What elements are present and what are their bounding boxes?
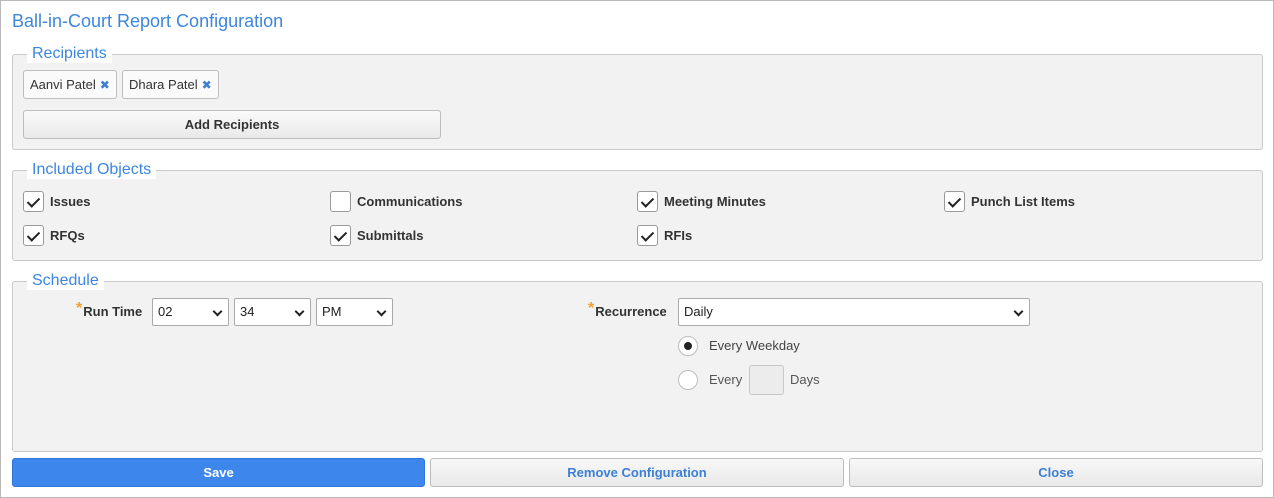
checkbox-label: RFQs bbox=[50, 227, 85, 243]
report-config-dialog: Ball-in-Court Report Configuration Recip… bbox=[0, 0, 1274, 498]
close-icon[interactable]: ✖ bbox=[100, 78, 110, 92]
radio-every-weekday[interactable] bbox=[678, 336, 698, 356]
radio-every-n-days[interactable] bbox=[678, 370, 698, 390]
checkbox-label: Communications bbox=[357, 193, 463, 209]
schedule-legend: Schedule bbox=[27, 272, 104, 290]
recipients-group: Recipients Aanvi Patel ✖ Dhara Patel ✖ Add… bbox=[12, 45, 1263, 150]
recipient-tag-name: Aanvi Patel bbox=[30, 77, 96, 92]
days-label: Days bbox=[790, 372, 820, 387]
checkbox-submittals[interactable]: Submittals bbox=[330, 224, 423, 246]
checkbox-box[interactable] bbox=[637, 224, 658, 246]
recipient-tag: Dhara Patel ✖ bbox=[122, 70, 219, 99]
checkbox-box[interactable] bbox=[944, 190, 965, 212]
every-label: Every bbox=[709, 372, 743, 387]
checkbox-box[interactable] bbox=[23, 224, 44, 246]
days-count-input[interactable] bbox=[749, 365, 784, 395]
recurrence-select[interactable]: Daily bbox=[678, 298, 1030, 326]
checkbox-label: Meeting Minutes bbox=[664, 193, 766, 209]
chevron-down-icon bbox=[1013, 306, 1024, 317]
checkbox-rfis[interactable]: RFIs bbox=[637, 224, 692, 246]
close-icon[interactable]: ✖ bbox=[202, 78, 212, 92]
checkbox-label: Issues bbox=[50, 193, 91, 209]
schedule-group: Schedule *Run Time 02 34 PM *Recurrence … bbox=[12, 272, 1263, 452]
ampm-select[interactable]: PM bbox=[316, 298, 393, 326]
checkbox-meeting-minutes[interactable]: Meeting Minutes bbox=[637, 190, 766, 212]
required-marker: * bbox=[76, 300, 83, 317]
included-objects-group: Included Objects Issues Communications M… bbox=[12, 161, 1263, 261]
add-recipients-button[interactable]: Add Recipients bbox=[23, 110, 441, 139]
every-weekday-label: Every Weekday bbox=[709, 338, 800, 353]
save-button[interactable]: Save bbox=[12, 458, 425, 487]
recipients-legend: Recipients bbox=[27, 45, 112, 63]
included-objects-legend: Included Objects bbox=[27, 161, 157, 179]
dialog-title: Ball-in-Court Report Configuration bbox=[12, 11, 284, 31]
run-time-label: *Run Time bbox=[76, 300, 143, 319]
recipient-tag: Aanvi Patel ✖ bbox=[23, 70, 117, 99]
chevron-down-icon bbox=[212, 306, 223, 317]
checkbox-punch-list-items[interactable]: Punch List Items bbox=[944, 190, 1075, 212]
checkbox-communications[interactable]: Communications bbox=[330, 190, 462, 212]
checkbox-label: Punch List Items bbox=[971, 193, 1076, 209]
recurrence-label: *Recurrence bbox=[588, 300, 667, 319]
checkbox-label: Submittals bbox=[357, 227, 424, 243]
checkbox-issues[interactable]: Issues bbox=[23, 190, 90, 212]
checkbox-box[interactable] bbox=[23, 190, 44, 212]
checkbox-box[interactable] bbox=[637, 190, 658, 212]
remove-configuration-button[interactable]: Remove Configuration bbox=[430, 458, 844, 487]
checkbox-box[interactable] bbox=[330, 190, 351, 212]
recipient-tag-name: Dhara Patel bbox=[129, 77, 198, 92]
minute-select[interactable]: 34 bbox=[234, 298, 311, 326]
hour-select[interactable]: 02 bbox=[152, 298, 229, 326]
checkbox-box[interactable] bbox=[330, 224, 351, 246]
required-marker: * bbox=[588, 300, 595, 317]
close-button[interactable]: Close bbox=[849, 458, 1263, 487]
chevron-down-icon bbox=[376, 306, 387, 317]
checkbox-label: RFIs bbox=[664, 227, 693, 243]
checkbox-rfqs[interactable]: RFQs bbox=[23, 224, 85, 246]
chevron-down-icon bbox=[294, 306, 305, 317]
